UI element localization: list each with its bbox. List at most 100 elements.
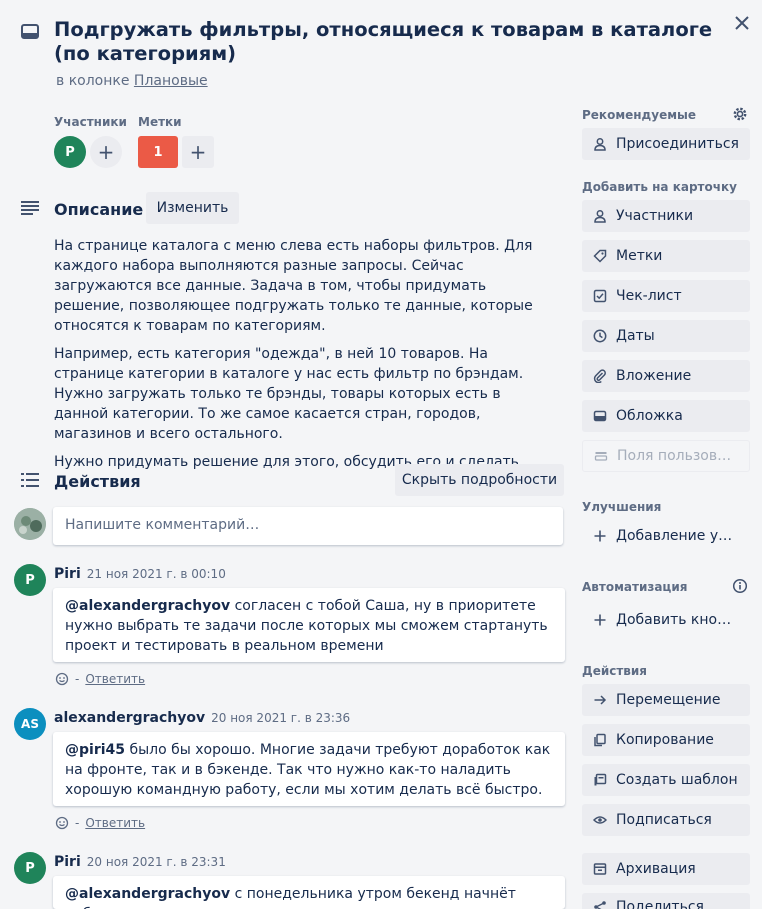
comment-mention[interactable]: @alexandergrachyov xyxy=(65,598,230,614)
comment-body: @alexandergrachyov с понедельника утром … xyxy=(53,876,565,909)
in-column: в колонке Плановые xyxy=(56,73,208,89)
attachment-button-label: Вложение xyxy=(616,368,692,384)
description-body[interactable]: На странице каталога с меню слева есть н… xyxy=(54,236,554,480)
comment-header: Piri 21 ноя 2021 г. в 00:10 xyxy=(54,566,226,582)
cover-icon xyxy=(592,408,608,424)
comment-header: Piri 20 ноя 2021 г. в 23:31 xyxy=(54,854,226,870)
custom-fields-button-label: Поля пользоват… xyxy=(617,448,739,464)
label-chip[interactable]: 1 xyxy=(138,136,178,168)
labels-label: Метки xyxy=(138,115,182,129)
checklist-icon xyxy=(592,288,608,304)
arrow-right-icon xyxy=(592,692,608,708)
reply-link[interactable]: Ответить xyxy=(85,816,145,830)
tag-icon xyxy=(592,248,608,264)
share-icon xyxy=(592,899,608,909)
actions-heading: Действия xyxy=(582,664,648,678)
custom-fields-icon xyxy=(593,448,609,464)
archive-icon xyxy=(592,861,608,877)
description-icon xyxy=(20,200,40,216)
close-icon[interactable] xyxy=(731,12,753,34)
comment-author[interactable]: Piri xyxy=(54,854,81,870)
watch-button-label: Подписаться xyxy=(616,812,712,828)
reply-link[interactable]: Ответить xyxy=(85,672,145,686)
separator: - xyxy=(75,672,80,686)
custom-fields-button[interactable]: Поля пользоват… xyxy=(582,440,750,472)
comment-date[interactable]: 21 ноя 2021 г. в 00:10 xyxy=(87,567,226,581)
plus-icon xyxy=(592,612,608,628)
comment-avatar[interactable]: P xyxy=(14,852,46,884)
comment-mention[interactable]: @alexandergrachyov xyxy=(65,886,230,902)
activity-heading: Действия xyxy=(54,472,141,491)
comment-avatar[interactable]: AS xyxy=(14,708,46,740)
share-button[interactable]: Поделиться xyxy=(582,893,750,909)
make-template-button[interactable]: Создать шаблон xyxy=(582,764,750,796)
add-powerup-label: Добавление улу… xyxy=(616,528,740,544)
dates-button[interactable]: Даты xyxy=(582,320,750,352)
make-template-label: Создать шаблон xyxy=(616,772,738,788)
dates-button-label: Даты xyxy=(616,328,655,344)
copy-button[interactable]: Копирование xyxy=(582,724,750,756)
hide-details-button[interactable]: Скрыть подробности xyxy=(395,464,564,496)
description-heading: Описание xyxy=(54,200,144,219)
add-button-button[interactable]: Добавить кнопку xyxy=(582,604,750,636)
cover-button-label: Обложка xyxy=(616,408,683,424)
comment-date[interactable]: 20 ноя 2021 г. в 23:36 xyxy=(211,711,350,725)
member-avatar[interactable]: P xyxy=(54,136,86,168)
comment-header: alexandergrachyov 20 ноя 2021 г. в 23:36 xyxy=(54,710,350,726)
watch-button[interactable]: Подписаться xyxy=(582,804,750,836)
comment-body: @alexandergrachyov согласен с тобой Саша… xyxy=(53,588,565,662)
add-label-button[interactable]: + xyxy=(182,136,214,168)
plus-icon xyxy=(592,528,608,544)
separator: - xyxy=(75,816,80,830)
join-button[interactable]: Присоединиться xyxy=(582,128,750,160)
activity-icon xyxy=(20,472,40,488)
labels-button[interactable]: Метки xyxy=(582,240,750,272)
copy-icon xyxy=(592,732,608,748)
edit-description-button[interactable]: Изменить xyxy=(146,192,239,224)
comment-date[interactable]: 20 ноя 2021 г. в 23:31 xyxy=(87,855,226,869)
archive-button[interactable]: Архивация xyxy=(582,853,750,885)
add-reaction-icon[interactable] xyxy=(55,672,69,686)
automation-heading: Автоматизация xyxy=(582,580,688,594)
comment-author[interactable]: Piri xyxy=(54,566,81,582)
attachment-button[interactable]: Вложение xyxy=(582,360,750,392)
person-icon xyxy=(592,136,608,152)
current-user-avatar[interactable] xyxy=(14,508,46,540)
powerups-heading: Улучшения xyxy=(582,500,662,514)
labels-button-label: Метки xyxy=(616,248,663,264)
archive-button-label: Архивация xyxy=(616,861,696,877)
comment-mention[interactable]: @piri45 xyxy=(65,742,125,758)
suggested-heading: Рекомендуемые xyxy=(582,108,697,122)
comment-avatar[interactable]: P xyxy=(14,564,46,596)
description-paragraph: Например, есть категория "одежда", в ней… xyxy=(54,346,524,442)
members-label: Участники xyxy=(54,115,127,129)
info-icon[interactable] xyxy=(732,578,748,594)
card-icon xyxy=(20,22,40,42)
members-button[interactable]: Участники xyxy=(582,200,750,232)
card-title[interactable]: Подгружать фильтры, относящиеся к товара… xyxy=(54,18,714,66)
comment-author[interactable]: alexandergrachyov xyxy=(54,710,205,726)
comment-input[interactable]: Напишите комментарий… xyxy=(53,507,563,545)
comment-body: @piri45 было бы хорошо. Многие задачи тр… xyxy=(53,732,565,806)
move-button[interactable]: Перемещение xyxy=(582,684,750,716)
checklist-button[interactable]: Чек-лист xyxy=(582,280,750,312)
in-column-prefix: в колонке xyxy=(56,73,130,89)
comment-text: было бы хорошо. Многие задачи требуют до… xyxy=(65,742,551,798)
add-powerup-button[interactable]: Добавление улу… xyxy=(582,520,750,552)
checklist-button-label: Чек-лист xyxy=(616,288,682,304)
column-link[interactable]: Плановые xyxy=(134,73,208,89)
comment-actions: - Ответить xyxy=(55,672,145,686)
comment-actions: - Ответить xyxy=(55,816,145,830)
template-icon xyxy=(592,772,608,788)
description-paragraph: На странице каталога с меню слева есть н… xyxy=(54,238,533,334)
add-reaction-icon[interactable] xyxy=(55,816,69,830)
add-member-button[interactable]: + xyxy=(90,136,122,168)
gear-icon[interactable] xyxy=(732,106,748,122)
add-to-card-heading: Добавить на карточку xyxy=(582,180,737,194)
move-button-label: Перемещение xyxy=(616,692,721,708)
join-label: Присоединиться xyxy=(616,136,739,152)
copy-button-label: Копирование xyxy=(616,732,714,748)
paperclip-icon xyxy=(592,368,608,384)
cover-button[interactable]: Обложка xyxy=(582,400,750,432)
add-button-label: Добавить кнопку xyxy=(616,612,740,628)
